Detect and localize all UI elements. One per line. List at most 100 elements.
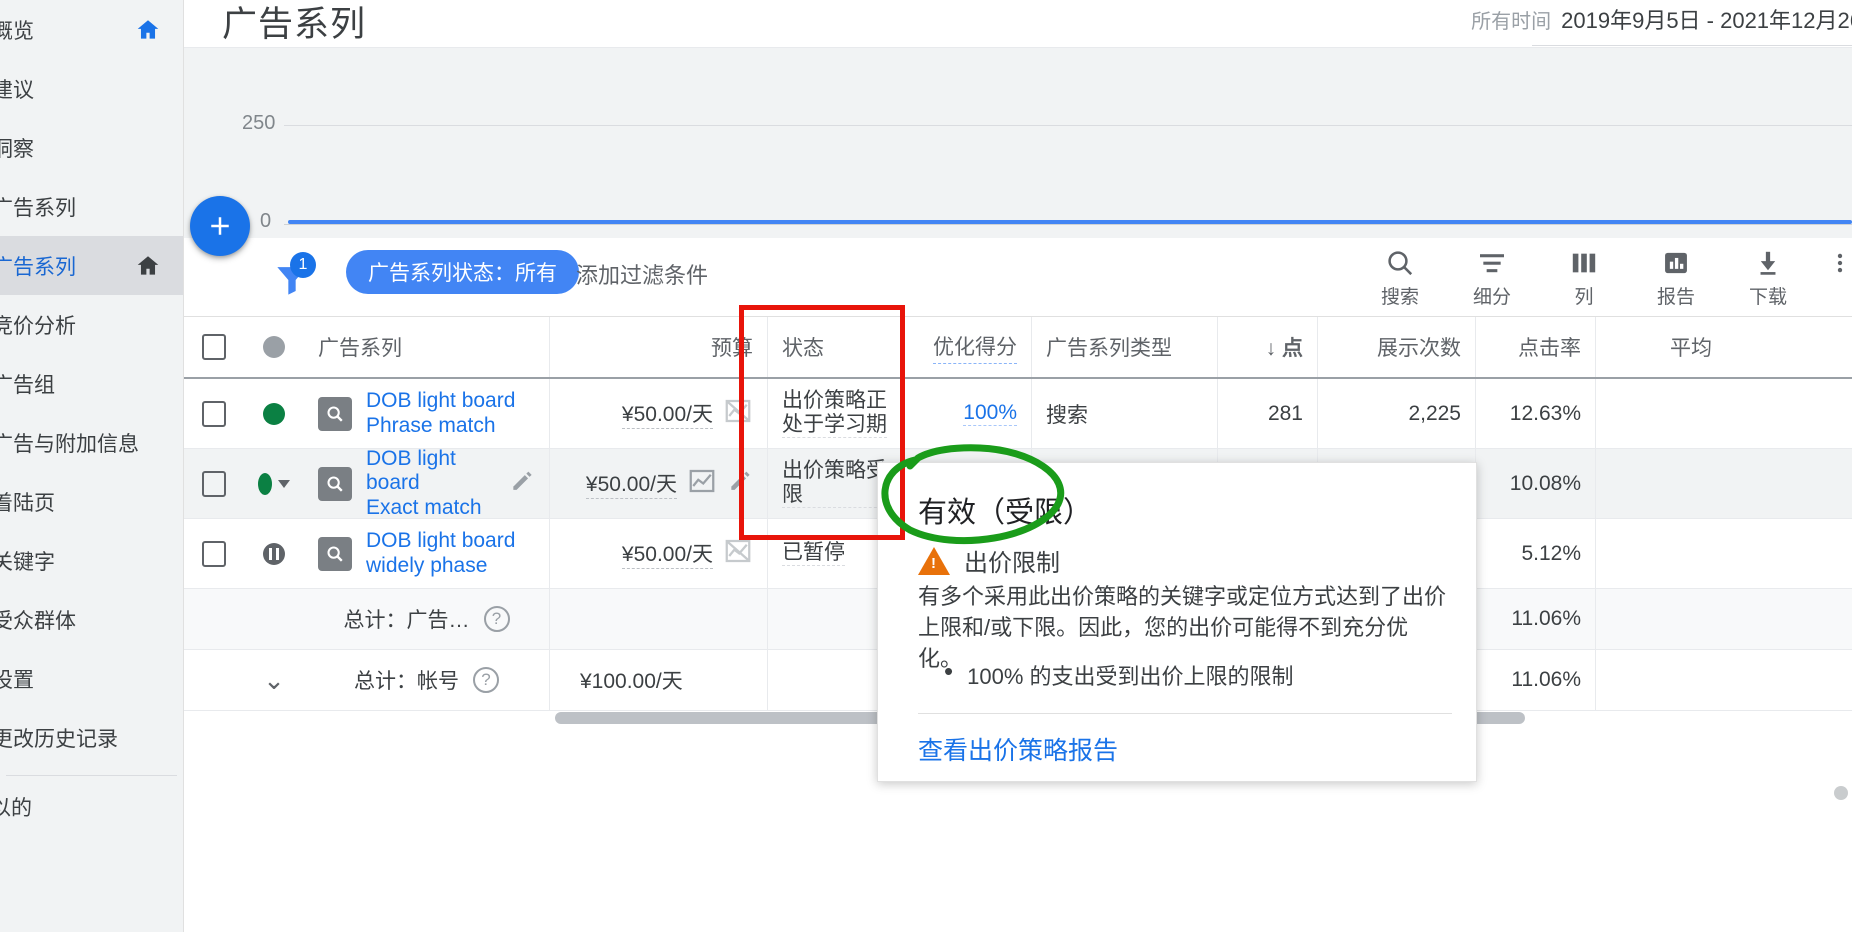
sidebar-item-11[interactable]: 设置 [0,649,183,708]
header-status[interactable]: 状态 [768,317,902,377]
row-status-dot[interactable] [244,379,304,448]
sidebar-item-5[interactable]: 竞价分析 [0,295,183,354]
create-campaign-fab[interactable] [190,196,250,256]
sidebar-item-8[interactable]: 着陆页 [0,472,183,531]
optimization-score-value: 100% [963,401,1017,426]
header-avg-label: 平均 [1670,337,1712,360]
campaign-name-link[interactable]: DOB light board Exact match [366,447,509,520]
header-clicks-sorted[interactable]: ↓ 点 [1218,317,1318,377]
header-campaign-label: 广告系列 [318,337,402,360]
row-optimization-score[interactable]: 100% [902,379,1032,448]
row-campaign-cell[interactable]: DOB light board widely phase [304,519,550,588]
row-campaign-cell[interactable]: DOB light board Phrase match [304,379,550,448]
table-row[interactable]: DOB light board Phrase match ¥50.00/天 出价策略正… [184,379,1852,449]
budget-value: ¥50.00/天 [621,398,713,429]
sidebar-item-label: 广告系列 [0,196,76,220]
chart-on-icon[interactable] [687,466,717,502]
sidebar-item-2[interactable]: 洞察 [0,118,183,177]
row-checkbox[interactable] [184,519,244,588]
status-text-line2: 限 [782,483,803,506]
sidebar-item-12[interactable]: 更改历史记录 [0,708,183,767]
totals-spacer [184,589,244,649]
sidebar-truncated-label: 以的 [0,797,32,820]
help-icon[interactable]: ? [473,667,499,693]
sidebar-item-6[interactable]: 广告组 [0,354,183,413]
header-ctr[interactable]: 点击率 [1476,317,1596,377]
sidebar-item-3[interactable]: 广告系列 [0,177,183,236]
row-budget-cell[interactable]: ¥50.00/天 [550,519,768,588]
chart-ytick-250: 250 [242,112,276,134]
row-avg [1596,379,1726,448]
filter-chip-campaign-status[interactable]: 广告系列状态：所有 [346,250,579,294]
sidebar-item-7[interactable]: 广告与附加信息 [0,413,183,472]
add-filter-button[interactable]: 添加过滤条件 [576,258,708,290]
sidebar-item-label: 广告系列 [0,255,76,279]
row-budget-cell[interactable]: ¥50.00/天 [550,379,768,448]
header-campaign-type[interactable]: 广告系列类型 [1032,317,1218,377]
header-campaign[interactable]: 广告系列 [304,317,550,377]
sidebar-item-label: 洞察 [0,137,34,161]
sidebar-item-9[interactable]: 关键字 [0,531,183,590]
sidebar-item-label: 广告与附加信息 [0,432,139,456]
tool-more[interactable] [1828,246,1852,282]
filter-toolbar: 1 广告系列状态：所有 添加过滤条件 搜索 细分 列 报告 下载 [184,238,1852,316]
search-campaign-icon [318,396,352,431]
edit-name-pencil-icon[interactable] [509,468,535,500]
totals-label: 总计：广告… [343,609,470,632]
header-impressions[interactable]: 展示次数 [1318,317,1476,377]
campaign-type-value: 搜索 [1046,403,1088,427]
help-icon[interactable]: ? [483,606,510,632]
totals-label-cell: 总计：帐号? [304,650,550,710]
header-avg[interactable]: 平均 [1596,317,1726,377]
tool-search[interactable]: 搜索 [1368,246,1432,309]
tool-report[interactable]: 报告 [1644,246,1708,309]
header-budget[interactable]: 预算 [550,317,768,377]
search-campaign-icon [318,536,352,571]
row-checkbox[interactable] [184,379,244,448]
status-caret-icon[interactable] [278,479,290,488]
popup-report-link[interactable]: 查看出价策略报告 [918,731,1118,767]
ctr-value: 5.12% [1521,541,1581,565]
sidebar-item-0[interactable]: 概览 [0,0,183,59]
sidebar-item-1[interactable]: 建议 [0,59,183,118]
chart-off-icon[interactable] [723,396,753,432]
row-checkbox[interactable] [184,449,244,518]
row-status-cell[interactable]: 出价策略正 处于学习期 [768,379,902,448]
date-range-value: 2019年9月5日 - 2021年12月26 [1561,8,1852,33]
status-text: 已暂停 [782,541,845,567]
edge-indicator-dot [1834,786,1848,800]
filter-funnel-button[interactable]: 1 [270,252,318,300]
chart-axis [284,224,1852,225]
totals-budget-value: ¥100.00/天 [580,670,683,693]
plus-icon [211,217,229,235]
header-optimization-score-label: 优化得分 [933,331,1017,364]
row-ctr: 5.12% [1476,519,1596,588]
select-all-checkbox[interactable] [184,317,244,377]
row-status-dot[interactable] [244,449,304,518]
budget-value: ¥50.00/天 [585,468,677,499]
campaign-name-link[interactable]: DOB light board Phrase match [366,389,515,438]
row-budget-cell[interactable]: ¥50.00/天 [550,449,768,518]
sidebar-item-label: 着陆页 [0,491,55,515]
row-status-dot[interactable] [244,519,304,588]
header-optimization-score[interactable]: 优化得分 [902,317,1032,377]
tool-search-label: 搜索 [1380,287,1419,308]
row-campaign-cell[interactable]: DOB light board Exact match [304,447,550,520]
tool-columns-label: 列 [1574,287,1594,308]
totals-expand[interactable]: ⌄ [244,650,304,710]
campaign-name-link[interactable]: DOB light board widely phase [366,529,515,578]
tool-columns[interactable]: 列 [1552,246,1616,309]
campaign-name-line1: DOB light board [366,389,516,413]
sidebar-item-4[interactable]: 广告系列 [0,236,183,295]
checkbox-box [202,540,226,567]
sidebar-item-10[interactable]: 受众群体 [0,590,183,649]
tool-segment[interactable]: 细分 [1460,246,1524,309]
sidebar-item-label: 受众群体 [0,609,76,633]
checkbox-box [202,470,226,497]
tool-download[interactable]: 下载 [1736,246,1800,309]
status-text: 出价策略正 处于学习期 [782,389,887,439]
date-range-picker[interactable]: 所有时间 2019年9月5日 - 2021年12月26 [1471,3,1852,35]
chart-off-icon[interactable] [723,536,753,572]
row-impressions: 2,225 [1318,379,1476,448]
edit-budget-pencil-icon[interactable] [727,468,753,500]
